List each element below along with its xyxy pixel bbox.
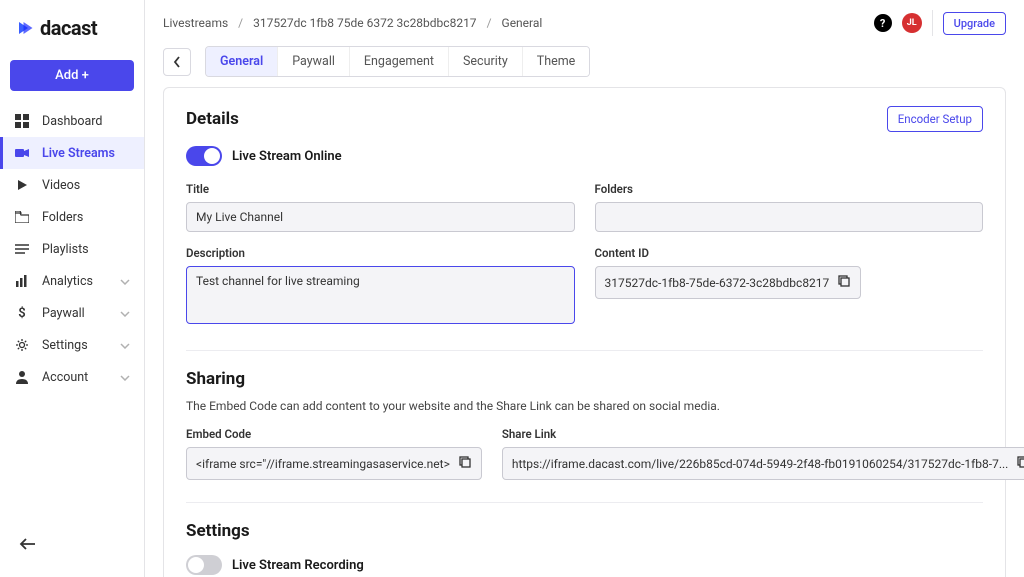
live-stream-recording-toggle[interactable] <box>186 555 222 575</box>
embed-box: <iframe src="//iframe.streamingasaservic… <box>186 447 482 480</box>
description-textarea[interactable]: Test channel for live streaming <box>186 266 575 324</box>
title-label: Title <box>186 182 575 196</box>
tab-general[interactable]: General <box>206 47 278 76</box>
camera-icon <box>14 145 30 161</box>
folder-icon <box>14 209 30 225</box>
content: Details Encoder Setup Live Stream Online… <box>145 87 1024 577</box>
topbar: Livestreams / 317527dc 1fb8 75de 6372 3c… <box>145 0 1024 46</box>
panel: Details Encoder Setup Live Stream Online… <box>163 87 1006 577</box>
play-icon <box>14 177 30 193</box>
breadcrumb-item[interactable]: 317527dc 1fb8 75de 6372 3c28bdbc8217 <box>253 16 476 30</box>
divider <box>186 502 983 503</box>
breadcrumb-item: General <box>502 16 543 30</box>
sidebar-item-label: Live Streams <box>42 146 115 161</box>
title-input[interactable] <box>186 202 575 232</box>
tab-engagement[interactable]: Engagement <box>350 47 449 76</box>
sidebar-item-label: Account <box>42 370 88 385</box>
chart-icon <box>14 273 30 289</box>
contentid-label: Content ID <box>595 246 984 260</box>
tab-paywall[interactable]: Paywall <box>278 47 350 76</box>
sidebar-item-account[interactable]: Account <box>0 361 144 393</box>
chevron-down-icon <box>120 370 130 385</box>
contentid-value: 317527dc-1fb8-75de-6372-3c28bdbc8217 <box>605 276 830 290</box>
sidebar-item-analytics[interactable]: Analytics <box>0 265 144 297</box>
sharing-desc: The Embed Code can add content to your w… <box>186 399 983 413</box>
sidebar-item-label: Folders <box>42 210 83 225</box>
user-icon <box>14 369 30 385</box>
breadcrumb-sep: / <box>487 16 492 30</box>
divider <box>932 10 933 36</box>
sidebar-item-label: Videos <box>42 178 80 193</box>
back-button[interactable] <box>163 48 191 76</box>
avatar[interactable]: JL <box>902 13 922 33</box>
sidebar-item-playlists[interactable]: Playlists <box>0 233 144 265</box>
svg-text:$: $ <box>18 306 25 320</box>
tab-theme[interactable]: Theme <box>523 47 590 76</box>
share-label: Share Link <box>502 427 1024 441</box>
copy-icon[interactable] <box>837 274 851 291</box>
folders-input[interactable] <box>595 202 984 232</box>
encoder-setup-button[interactable]: Encoder Setup <box>887 106 983 132</box>
sidebar-item-label: Analytics <box>42 274 93 289</box>
folders-label: Folders <box>595 182 984 196</box>
tabs: General Paywall Engagement Security Them… <box>205 46 590 77</box>
description-label: Description <box>186 246 575 260</box>
sidebar-item-videos[interactable]: Videos <box>0 169 144 201</box>
sidebar-item-settings[interactable]: Settings <box>0 329 144 361</box>
chevron-left-icon <box>173 56 181 68</box>
sidebar: dacast Add + Dashboard Live Streams Vide… <box>0 0 145 577</box>
tabbar: General Paywall Engagement Security Them… <box>145 46 1024 87</box>
gear-icon <box>14 337 30 353</box>
sidebar-item-label: Dashboard <box>42 114 102 129</box>
sidebar-item-label: Paywall <box>42 306 85 321</box>
sidebar-item-dashboard[interactable]: Dashboard <box>0 105 144 137</box>
divider <box>186 350 983 351</box>
help-icon[interactable]: ? <box>874 14 892 32</box>
chevron-down-icon <box>120 274 130 289</box>
nav-list: Dashboard Live Streams Videos Folders Pl… <box>0 105 144 393</box>
logo-text: dacast <box>40 16 97 40</box>
toggle-label: Live Stream Online <box>232 149 342 164</box>
details-title: Details <box>186 109 239 129</box>
share-value: https://iframe.dacast.com/live/226b85cd-… <box>512 457 1009 471</box>
contentid-box: 317527dc-1fb8-75de-6372-3c28bdbc8217 <box>595 266 862 299</box>
tab-security[interactable]: Security <box>449 47 523 76</box>
embed-label: Embed Code <box>186 427 482 441</box>
list-icon <box>14 241 30 257</box>
copy-icon[interactable] <box>1016 455 1024 472</box>
sharing-title: Sharing <box>186 369 983 389</box>
live-stream-online-toggle[interactable] <box>186 146 222 166</box>
collapse-sidebar-button[interactable] <box>0 527 144 565</box>
chevron-down-icon <box>120 306 130 321</box>
add-button[interactable]: Add + <box>10 60 134 91</box>
chevron-down-icon <box>120 338 130 353</box>
settings-title: Settings <box>186 521 983 541</box>
share-box: https://iframe.dacast.com/live/226b85cd-… <box>502 447 1024 480</box>
copy-icon[interactable] <box>458 455 472 472</box>
sidebar-item-folders[interactable]: Folders <box>0 201 144 233</box>
sidebar-item-label: Playlists <box>42 242 89 257</box>
main: Livestreams / 317527dc 1fb8 75de 6372 3c… <box>145 0 1024 577</box>
breadcrumb-item[interactable]: Livestreams <box>163 16 228 30</box>
sidebar-item-livestreams[interactable]: Live Streams <box>0 137 144 169</box>
dollar-icon: $ <box>14 305 30 321</box>
upgrade-button[interactable]: Upgrade <box>943 12 1006 35</box>
toggle-label: Live Stream Recording <box>232 558 364 573</box>
dashboard-icon <box>14 113 30 129</box>
logo-mark-icon <box>16 19 34 37</box>
arrow-left-icon <box>18 537 36 551</box>
sidebar-item-label: Settings <box>42 338 88 353</box>
sidebar-item-paywall[interactable]: $ Paywall <box>0 297 144 329</box>
logo[interactable]: dacast <box>0 12 144 56</box>
embed-value: <iframe src="//iframe.streamingasaservic… <box>196 457 450 471</box>
breadcrumb-sep: / <box>238 16 243 30</box>
